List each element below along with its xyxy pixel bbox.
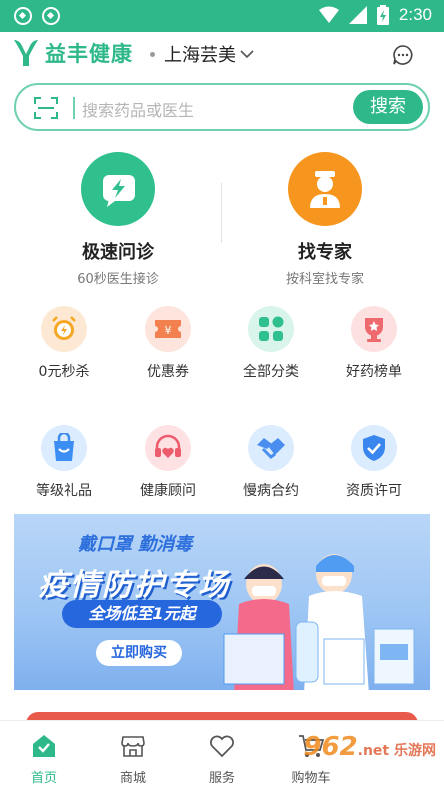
feature-divider — [221, 183, 222, 243]
heart-icon — [210, 735, 234, 758]
status-bar: 2:30 — [0, 0, 444, 32]
buy-now-button[interactable]: 立即购买 — [96, 640, 182, 666]
grid-label: 优惠券 — [147, 364, 189, 380]
notification-icons — [14, 7, 60, 25]
grid-item-level-gifts[interactable]: 等级礼品 — [14, 425, 114, 500]
notification-icon — [14, 7, 32, 25]
chevron-down-icon — [240, 50, 254, 59]
banner-tag: 戴口罩 勤消毒 — [78, 534, 193, 555]
nav-label: 商城 — [119, 771, 146, 786]
watermark-subtext: .net 乐游网 — [357, 743, 436, 759]
message-button[interactable] — [392, 44, 414, 70]
app-name: 益丰健康 — [45, 42, 133, 66]
grid-item-coupon[interactable]: ¥ 优惠券 — [118, 306, 218, 381]
grid-category-icon — [248, 306, 294, 352]
grid-item-qualification[interactable]: 资质许可 — [324, 425, 424, 500]
battery-icon — [376, 5, 389, 25]
clock: 2:30 — [398, 5, 432, 24]
chat-bubble-icon — [393, 45, 413, 65]
grid-label: 健康顾问 — [140, 483, 196, 499]
grid-label: 全部分类 — [243, 364, 299, 380]
promo-banner[interactable]: 戴口罩 勤消毒 疫情防护专场 全场低至1元起 立即购买 — [14, 514, 430, 690]
nav-label: 首页 — [30, 771, 57, 786]
lightning-chat-icon — [81, 152, 155, 226]
watermark-logo: 962.net 乐游网 — [303, 732, 436, 762]
logo-icon — [14, 40, 38, 66]
quick-consult-feature[interactable]: 极速问诊 60秒医生接诊 — [43, 152, 193, 287]
store-icon — [121, 736, 145, 757]
grid-label: 好药榜单 — [346, 364, 402, 380]
grid-item-chronic-contract[interactable]: 慢病合约 — [221, 425, 321, 500]
nav-home[interactable]: 首页 — [9, 733, 79, 786]
grid-label: 等级礼品 — [36, 483, 92, 499]
scan-icon[interactable] — [34, 97, 58, 119]
shield-check-icon — [351, 425, 397, 471]
notification-icon — [42, 7, 60, 25]
feature-subtitle: 按科室找专家 — [285, 272, 364, 287]
trophy-icon — [351, 306, 397, 352]
coupon-icon: ¥ — [145, 306, 191, 352]
search-divider — [73, 97, 75, 119]
grid-item-flash-sale[interactable]: 0元秒杀 — [14, 306, 114, 381]
doctor-icon — [288, 152, 362, 226]
feature-title: 找专家 — [298, 242, 352, 263]
find-expert-feature[interactable]: 找专家 按科室找专家 — [250, 152, 400, 287]
search-bar[interactable]: 搜索药品或医生 搜索 — [14, 83, 430, 131]
banner-illustration — [223, 554, 415, 690]
feature-title: 极速问诊 — [82, 242, 154, 263]
watermark-text: 962 — [303, 732, 358, 762]
handshake-icon — [248, 425, 294, 471]
nav-label: 服务 — [208, 771, 235, 786]
search-button[interactable]: 搜索 — [353, 90, 423, 124]
separator-dot — [150, 51, 155, 57]
grid-item-top-drugs[interactable]: 好药榜单 — [324, 306, 424, 381]
location-label: 上海芸美 — [164, 45, 236, 66]
home-icon — [33, 735, 55, 757]
banner-title: 疫情防护专场 — [38, 568, 230, 603]
alarm-clock-icon — [41, 306, 87, 352]
search-input[interactable]: 搜索药品或医生 — [82, 97, 194, 121]
feature-subtitle: 60秒医生接诊 — [77, 272, 159, 287]
location-selector[interactable]: 上海芸美 — [150, 41, 255, 67]
headset-heart-icon — [145, 425, 191, 471]
grid-item-all-categories[interactable]: 全部分类 — [221, 306, 321, 381]
svg-text:¥: ¥ — [165, 324, 172, 337]
system-icons: 2:30 — [318, 5, 432, 25]
grid-label: 资质许可 — [346, 483, 402, 499]
grid-label: 慢病合约 — [243, 483, 299, 499]
nav-label: 购物车 — [291, 771, 331, 786]
signal-icon — [348, 6, 367, 24]
nav-service[interactable]: 服务 — [187, 733, 257, 786]
gift-bag-icon — [41, 425, 87, 471]
grid-item-health-advisor[interactable]: 健康顾问 — [118, 425, 218, 500]
grid-label: 0元秒杀 — [38, 364, 90, 380]
app-logo: 益丰健康 — [12, 38, 133, 68]
wifi-icon — [318, 6, 339, 23]
header: 益丰健康 上海芸美 — [0, 32, 444, 76]
banner-promo: 全场低至1元起 — [62, 600, 222, 628]
nav-store[interactable]: 商城 — [98, 733, 168, 786]
